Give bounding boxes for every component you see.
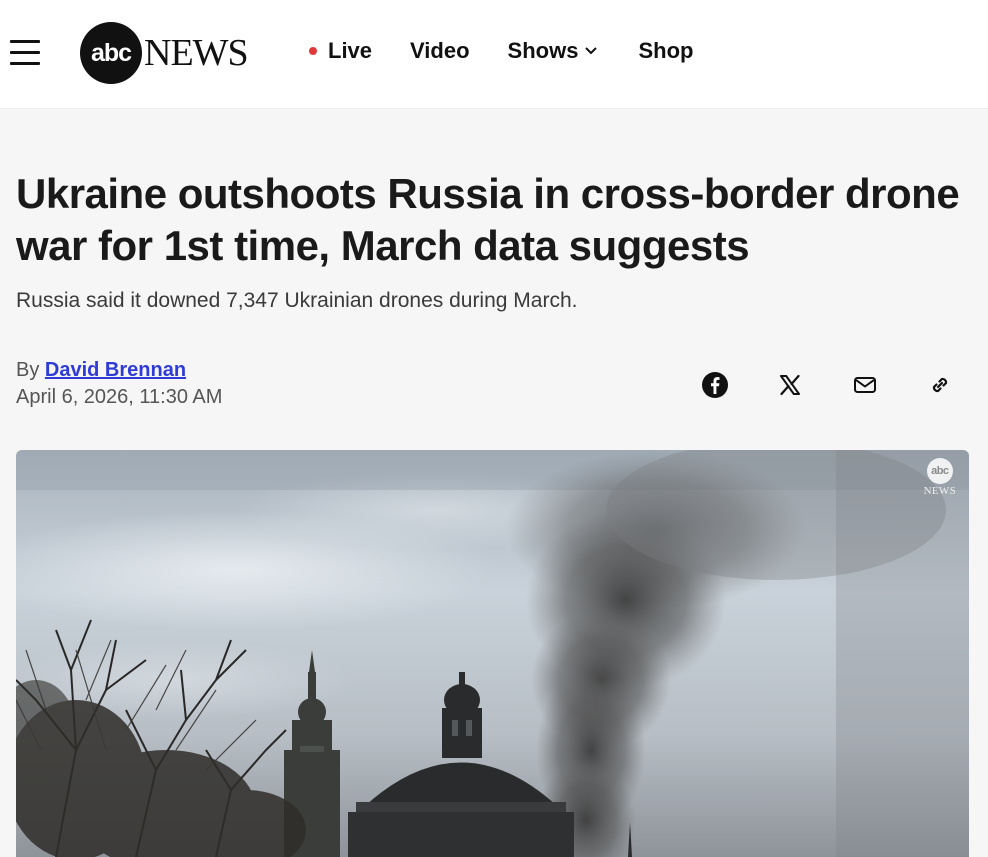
logo-mark: abc	[80, 22, 142, 84]
abc-news-logo[interactable]: abc NEWS	[80, 22, 249, 84]
article-headline: Ukraine outshoots Russia in cross-border…	[16, 170, 960, 269]
byline: By David Brennan	[16, 359, 186, 382]
byline-prefix: By	[16, 359, 40, 381]
article-dek: Russia said it downed 7,347 Ukrainian dr…	[16, 289, 578, 312]
nav-shop-link[interactable]: Shop	[638, 38, 693, 64]
smoke-over-city-photo	[16, 450, 969, 857]
watermark-mark: abc	[926, 458, 953, 484]
nav-live-link[interactable]: Live	[309, 38, 372, 64]
nav-video-link[interactable]: Video	[410, 38, 470, 64]
email-icon[interactable]	[850, 370, 880, 400]
live-dot-icon	[309, 47, 317, 55]
hamburger-menu-icon[interactable]	[10, 40, 40, 66]
main-nav: Live Video Shows Shop	[309, 38, 693, 64]
x-icon[interactable]	[775, 370, 805, 400]
author-link[interactable]: David Brennan	[45, 359, 186, 381]
nav-shows-dropdown[interactable]: Shows	[508, 38, 599, 64]
facebook-icon[interactable]	[700, 370, 730, 400]
hero-image: abc NEWS	[16, 450, 969, 857]
link-icon[interactable]	[925, 370, 955, 400]
logo-wordmark: NEWS	[144, 32, 249, 74]
publish-date: April 6, 2026, 11:30 AM	[16, 386, 223, 408]
abc-news-watermark: abc NEWS	[924, 458, 956, 497]
site-header: abc NEWS Live Video Shows Shop	[0, 0, 988, 108]
nav-shows-label: Shows	[507, 38, 579, 63]
watermark-word: NEWS	[923, 485, 956, 497]
chevron-down-icon	[585, 47, 598, 55]
nav-live-label: Live	[328, 38, 373, 63]
